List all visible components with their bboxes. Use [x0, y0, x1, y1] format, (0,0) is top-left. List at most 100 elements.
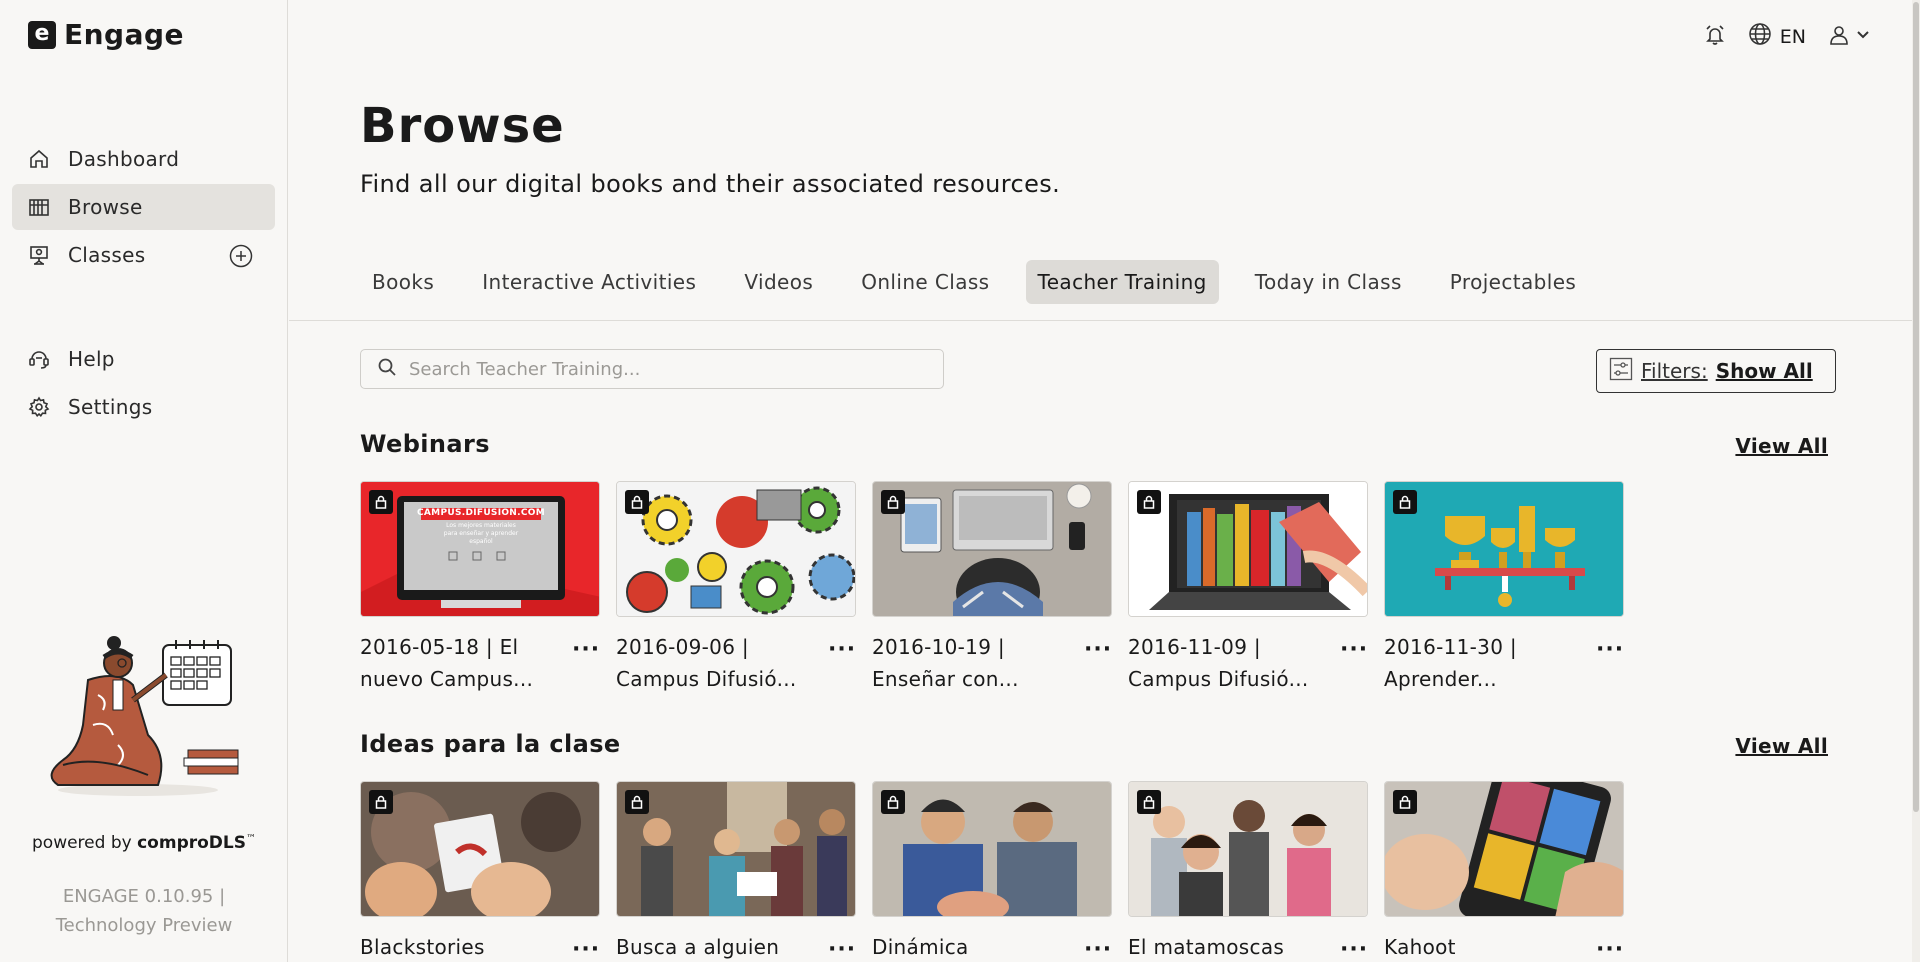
more-options-icon[interactable]: ···	[828, 637, 856, 695]
sliders-icon	[1609, 357, 1633, 386]
secondary-nav: Help Settings	[12, 336, 275, 432]
section-title-ideas: Ideas para la clase	[360, 730, 621, 758]
lock-icon	[625, 790, 649, 814]
thumbnail-laptop-books	[1128, 481, 1368, 617]
sidebar-item-settings[interactable]: Settings	[12, 384, 275, 430]
filters-value: Show All	[1715, 359, 1813, 383]
version-line: ENGAGE 0.10.95 |	[62, 886, 226, 907]
alarm-bell-icon[interactable]	[1704, 24, 1726, 50]
section-title-webinars: Webinars	[360, 430, 490, 458]
version-line: Technology Preview	[55, 915, 233, 936]
resource-card[interactable]: CAMPUS.DIFUSION.COM Los mejores material…	[360, 481, 600, 695]
more-options-icon[interactable]: ···	[572, 637, 600, 695]
version-info: ENGAGE 0.10.95 | Technology Preview	[0, 882, 288, 940]
globe-icon	[1748, 22, 1772, 51]
more-options-icon[interactable]: ···	[1084, 637, 1112, 695]
lock-icon	[1137, 790, 1161, 814]
filters-button[interactable]: Filters: Show All	[1596, 349, 1836, 393]
tab-today-in-class[interactable]: Today in Class	[1243, 260, 1414, 304]
resource-card[interactable]: 2016-09-06 | Campus Difusió... ···	[616, 481, 856, 695]
help-icon	[28, 348, 50, 370]
thumbnail-phone-app	[1384, 781, 1624, 917]
view-all-webinars-link[interactable]: View All	[1735, 434, 1828, 458]
lock-icon	[369, 490, 393, 514]
language-code: EN	[1779, 25, 1806, 48]
card-title: Blackstories	[360, 935, 485, 959]
card-title: El matamoscas	[1128, 935, 1285, 959]
filters-label: Filters:	[1641, 359, 1708, 383]
tab-projectables[interactable]: Projectables	[1438, 260, 1588, 304]
view-all-ideas-link[interactable]: View All	[1735, 734, 1828, 758]
sidebar-item-help[interactable]: Help	[12, 336, 275, 382]
resource-card[interactable]: 2016-10-19 | Enseñar con... ···	[872, 481, 1112, 695]
more-options-icon[interactable]: ···	[828, 937, 856, 962]
sidebar-item-label: Settings	[68, 395, 153, 419]
lock-icon	[1137, 490, 1161, 514]
app-logo[interactable]: e Engage	[28, 18, 184, 51]
resource-card[interactable]: El matamoscas ···	[1128, 781, 1368, 962]
resource-card[interactable]: Blackstories ···	[360, 781, 600, 962]
resource-card[interactable]: Busca a alguien ···	[616, 781, 856, 962]
library-icon	[28, 196, 50, 218]
more-options-icon[interactable]: ···	[1340, 637, 1368, 695]
search-icon	[377, 357, 397, 381]
sidebar: e Engage Dashboard Browse Classes Help S…	[0, 0, 288, 962]
tab-videos[interactable]: Videos	[732, 260, 825, 304]
powered-prefix: powered by	[32, 833, 138, 853]
more-options-icon[interactable]: ···	[1084, 937, 1112, 962]
search-input[interactable]	[409, 358, 909, 380]
resource-card[interactable]: 2016-11-30 | Aprender... ···	[1384, 481, 1624, 695]
resource-card[interactable]: 2016-11-09 | Campus Difusió... ···	[1128, 481, 1368, 695]
card-title: 2016-05-18 | El nuevo Campus...	[360, 635, 534, 691]
tabs-divider	[289, 320, 1920, 321]
card-title: 2016-11-09 | Campus Difusió...	[1128, 635, 1309, 691]
card-title: Kahoot	[1384, 935, 1456, 959]
card-title: Dinámica	[872, 935, 969, 959]
more-options-icon[interactable]: ···	[1340, 937, 1368, 962]
thumbnail-campus: CAMPUS.DIFUSION.COM Los mejores material…	[360, 481, 600, 617]
webinars-row: CAMPUS.DIFUSION.COM Los mejores material…	[360, 481, 1624, 695]
primary-nav: Dashboard Browse Classes	[12, 136, 275, 280]
powered-brand: comproDLS	[137, 833, 246, 853]
tab-books[interactable]: Books	[360, 260, 446, 304]
content-tabs: Books Interactive Activities Videos Onli…	[360, 260, 1612, 304]
thumbnail-smiling-group	[1128, 781, 1368, 917]
lock-icon	[1393, 490, 1417, 514]
teacher-illustration	[38, 625, 248, 805]
card-title: 2016-09-06 | Campus Difusió...	[616, 635, 797, 691]
more-options-icon[interactable]: ···	[1596, 637, 1624, 695]
sidebar-item-browse[interactable]: Browse	[12, 184, 275, 230]
sidebar-item-classes[interactable]: Classes	[12, 232, 275, 278]
page-scrollbar[interactable]	[1912, 0, 1920, 962]
home-icon	[28, 148, 50, 170]
thumbnail-classroom-group	[616, 781, 856, 917]
page-title: Browse	[360, 98, 565, 154]
tab-interactive-activities[interactable]: Interactive Activities	[470, 260, 708, 304]
gear-icon	[28, 396, 50, 418]
card-title: 2016-10-19 | Enseñar con...	[872, 635, 1019, 691]
sidebar-item-label: Help	[68, 347, 115, 371]
language-selector[interactable]: EN	[1748, 22, 1806, 51]
user-icon	[1828, 24, 1850, 50]
tab-teacher-training[interactable]: Teacher Training	[1025, 260, 1219, 304]
sidebar-item-label: Dashboard	[68, 147, 180, 171]
add-class-icon[interactable]	[229, 244, 253, 268]
more-options-icon[interactable]: ···	[572, 937, 600, 962]
card-title: Busca a alguien	[616, 935, 780, 959]
thumbnail-gears	[616, 481, 856, 617]
resource-card[interactable]: Dinámica ···	[872, 781, 1112, 962]
sidebar-item-dashboard[interactable]: Dashboard	[12, 136, 275, 182]
scrollbar-thumb[interactable]	[1913, 2, 1919, 812]
more-options-icon[interactable]: ···	[1596, 937, 1624, 962]
tab-online-class[interactable]: Online Class	[849, 260, 1001, 304]
thumbnail-students-working	[872, 781, 1112, 917]
campus-banner-text: CAMPUS.DIFUSION.COM	[417, 508, 545, 518]
resource-card[interactable]: Kahoot ···	[1384, 781, 1624, 962]
page-subtitle: Find all our digital books and their ass…	[360, 170, 1061, 198]
lock-icon	[881, 790, 905, 814]
powered-by: powered by comproDLS™	[0, 833, 288, 853]
card-title: 2016-11-30 | Aprender...	[1384, 635, 1517, 691]
lock-icon	[369, 790, 393, 814]
lock-icon	[625, 490, 649, 514]
user-menu[interactable]	[1828, 24, 1870, 50]
